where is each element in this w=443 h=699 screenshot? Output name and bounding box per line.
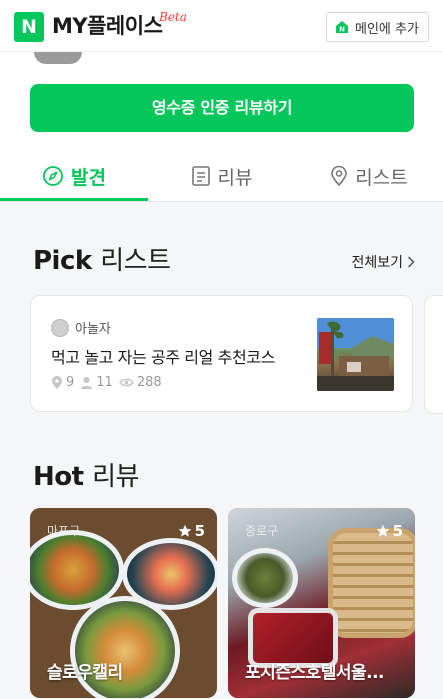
- tab-review[interactable]: 리뷰: [148, 150, 295, 202]
- brand-title: MY플레이스: [52, 14, 163, 38]
- places-count: 9: [51, 375, 74, 390]
- star-icon: [178, 524, 191, 537]
- rating-value: 5: [392, 522, 403, 540]
- tab-list-label: 리스트: [355, 166, 408, 189]
- views-value: 288: [136, 375, 162, 390]
- hot-review-card[interactable]: 중로구 5 포시즌스호텔서울...: [228, 508, 415, 698]
- view-all-label: 전체보기: [351, 255, 403, 271]
- naver-logo[interactable]: N: [14, 12, 44, 42]
- chevron-right-icon: [407, 256, 415, 268]
- pick-title-ko: 리스트: [100, 246, 171, 276]
- pick-list-card[interactable]: 아놀자 먹고 놀고 자는 공주 리얼 추천코스 9 11 288: [30, 295, 413, 412]
- tab-list[interactable]: 리스트: [295, 150, 443, 202]
- list-stats: 9 11 288: [51, 375, 168, 390]
- add-to-main-button[interactable]: N 메인에 추가: [326, 12, 429, 42]
- tab-bar: 발견 리뷰 리스트: [0, 150, 443, 202]
- author-name: 아놀자: [75, 322, 111, 337]
- tab-discover-label: 발견: [71, 166, 106, 189]
- hot-review-card[interactable]: 마포구 5 슬로우캘리: [30, 508, 217, 698]
- views-count: 288: [118, 375, 162, 390]
- avatar[interactable]: [34, 52, 82, 64]
- followers-value: 11: [96, 375, 113, 390]
- review-area: 중로구: [245, 524, 279, 538]
- tab-review-label: 리뷰: [217, 166, 253, 189]
- compass-icon: [43, 166, 63, 186]
- next-list-card[interactable]: [424, 295, 443, 414]
- person-icon: [81, 377, 93, 389]
- author-avatar: [51, 318, 69, 337]
- pin-icon: [52, 375, 62, 389]
- review-place-name: 슬로우캘리: [47, 663, 123, 683]
- hot-title-ko: 리뷰: [92, 462, 139, 492]
- followers-count: 11: [80, 375, 113, 390]
- tab-discover[interactable]: 발견: [0, 150, 148, 202]
- naver-home-icon: N: [336, 21, 348, 34]
- pick-section-title: Pick 리스트: [33, 240, 171, 277]
- places-value: 9: [66, 375, 75, 390]
- hot-title-en: Hot: [33, 462, 84, 492]
- star-icon: [376, 524, 389, 537]
- beta-badge: Beta: [159, 10, 187, 24]
- review-rating: 5: [178, 522, 205, 540]
- document-icon: [191, 166, 210, 186]
- location-pin-icon: [331, 165, 348, 187]
- view-all-link[interactable]: 전체보기: [351, 252, 415, 272]
- hot-section-title: Hot 리뷰: [33, 456, 139, 493]
- review-rating: 5: [376, 522, 403, 540]
- list-title: 먹고 놀고 자는 공주 리얼 추천코스: [51, 348, 275, 367]
- receipt-review-button[interactable]: 영수증 인증 리뷰하기: [30, 84, 414, 132]
- app-header: N MY플레이스 Beta N 메인에 추가: [0, 0, 443, 52]
- add-to-main-label: 메인에 추가: [355, 21, 419, 37]
- list-thumbnail: [317, 318, 394, 391]
- eye-icon: [118, 378, 134, 387]
- review-place-name: 포시즌스호텔서울...: [245, 663, 385, 683]
- rating-value: 5: [194, 522, 205, 540]
- active-tab-indicator: [0, 198, 148, 201]
- review-area: 마포구: [47, 524, 81, 538]
- list-author: 아놀자: [51, 318, 111, 337]
- pick-title-en: Pick: [33, 246, 92, 276]
- svg-text:N: N: [339, 26, 345, 34]
